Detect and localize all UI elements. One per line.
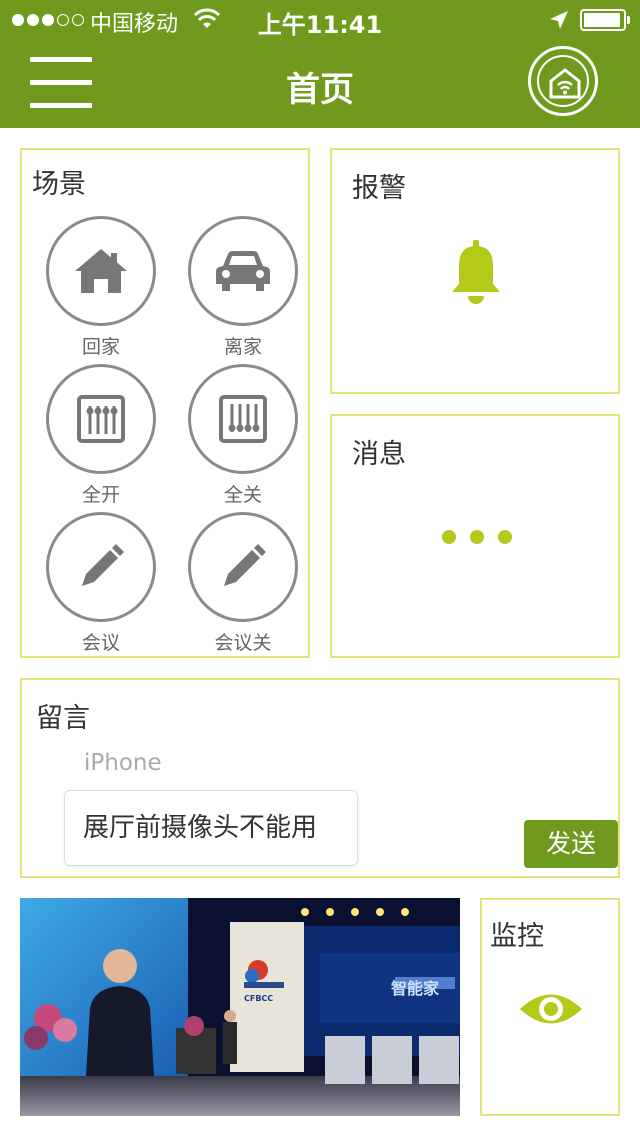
- bell-icon: [452, 240, 500, 304]
- preview-screen-text: 智能家: [391, 979, 440, 998]
- scene-label: 全开: [81, 484, 120, 506]
- note-message: 展厅前摄像头不能用: [64, 790, 358, 866]
- note-panel: 留言 iPhone 展厅前摄像头不能用 发送: [20, 678, 620, 878]
- status-time: 上午11:41: [257, 11, 383, 39]
- monitor-panel[interactable]: 监控: [480, 898, 620, 1116]
- scene-title: 场景: [32, 169, 86, 200]
- status-bar: 中国移动 上午11:41: [0, 0, 640, 40]
- scene-label: 离家: [223, 336, 262, 358]
- sliders-down-icon: [219, 395, 267, 443]
- scene-label: 会议关: [214, 632, 272, 654]
- scene-label: 回家: [81, 336, 120, 358]
- camera-preview[interactable]: CFBCC 智能家: [20, 898, 460, 1116]
- messages-panel[interactable]: 消息: [330, 414, 620, 658]
- scene-go-home-button[interactable]: 回家: [44, 216, 158, 364]
- ellipsis-icon: [442, 530, 512, 544]
- smart-home-button[interactable]: [528, 46, 598, 116]
- send-button[interactable]: 发送: [524, 820, 618, 868]
- scene-all-on-button[interactable]: 全开: [44, 364, 158, 512]
- scene-meeting-off-button[interactable]: 会议关: [186, 512, 300, 660]
- scene-label: 全关: [223, 484, 262, 506]
- monitor-title: 监控: [490, 921, 544, 952]
- alarm-panel[interactable]: 报警: [330, 148, 620, 394]
- pencil-icon: [224, 544, 266, 586]
- messages-title: 消息: [352, 439, 406, 470]
- eye-icon: [520, 994, 582, 1024]
- battery-icon: [580, 9, 630, 31]
- smart-home-icon: [549, 68, 581, 99]
- sliders-up-icon: [77, 395, 125, 443]
- camera-preview-image: [20, 898, 460, 1116]
- pencil-icon: [82, 544, 124, 586]
- scene-label: 会议: [81, 632, 120, 654]
- alarm-title: 报警: [352, 173, 406, 204]
- home-icon: [75, 249, 127, 293]
- scene-leave-home-button[interactable]: 离家: [186, 216, 300, 364]
- scene-all-off-button[interactable]: 全关: [186, 364, 300, 512]
- note-title: 留言: [36, 703, 90, 734]
- location-arrow-icon: [550, 11, 568, 29]
- scene-meeting-button[interactable]: 会议: [44, 512, 158, 660]
- note-sender: iPhone: [84, 750, 162, 776]
- preview-logo-text: CFBCC: [244, 994, 274, 1003]
- car-icon: [216, 251, 270, 291]
- scene-panel: 场景 回家 离家 全开 全关 会议 会议关: [20, 148, 310, 658]
